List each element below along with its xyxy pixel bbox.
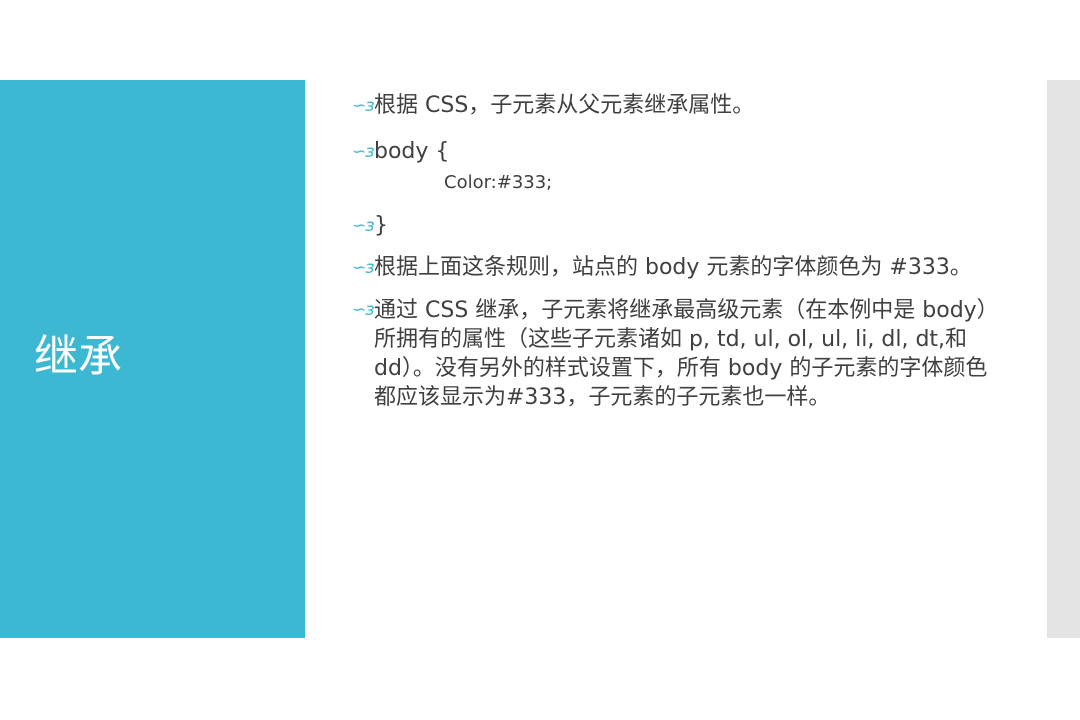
bullet-text: 根据 CSS，子元素从父元素继承属性。: [374, 93, 755, 118]
content-area: ∽ɜ 根据 CSS，子元素从父元素继承属性。 ∽ɜ body { Color:#…: [352, 92, 992, 412]
bullet-text: 通过 CSS 继承，子元素将继承最高级元素（在本例中是 body）所拥有的属性（…: [374, 298, 988, 410]
slide-title: 继承: [34, 331, 122, 382]
slide: 继承 ∽ɜ 根据 CSS，子元素从父元素继承属性。 ∽ɜ body { Colo…: [0, 0, 1080, 720]
bullet-icon: ∽ɜ: [352, 216, 374, 236]
bullet-item: ∽ɜ }: [352, 212, 992, 240]
bullet-item: ∽ɜ 根据上面这条规则，站点的 body 元素的字体颜色为 #333。: [352, 254, 992, 282]
bullet-item: ∽ɜ body { Color:#333;: [352, 138, 992, 196]
bullet-subline: Color:#333;: [444, 172, 553, 193]
bullet-icon: ∽ɜ: [352, 142, 374, 162]
bullet-icon: ∽ɜ: [352, 258, 374, 278]
bullet-text: 根据上面这条规则，站点的 body 元素的字体颜色为 #333。: [374, 255, 972, 280]
bullet-icon: ∽ɜ: [352, 300, 374, 320]
bullet-text: }: [374, 213, 388, 238]
bullet-icon: ∽ɜ: [352, 96, 374, 116]
bullet-item: ∽ɜ 通过 CSS 继承，子元素将继承最高级元素（在本例中是 body）所拥有的…: [352, 296, 992, 412]
bullet-text: body {: [374, 139, 450, 164]
right-side-bar: [1047, 80, 1080, 638]
bullet-item: ∽ɜ 根据 CSS，子元素从父元素继承属性。: [352, 92, 992, 120]
